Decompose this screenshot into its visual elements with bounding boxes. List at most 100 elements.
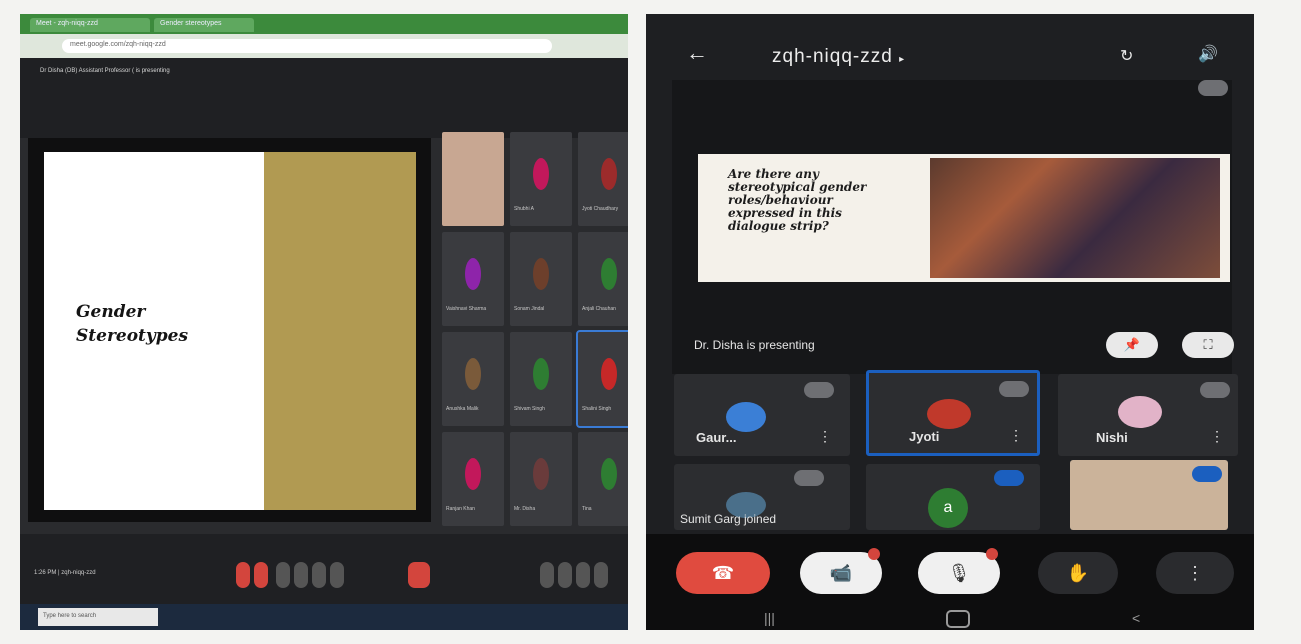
browser-tab-meet[interactable]: Meet - zqh-niqq-zzd [30,18,150,32]
participant-name: Jyoti [909,429,940,444]
avatar [601,258,617,290]
avatar [465,358,481,390]
join-notification: Sumit Garg joined [680,512,777,526]
mic-off-button[interactable] [236,562,250,588]
participant-tile[interactable]: a [866,464,1040,530]
camera-off-button[interactable] [254,562,268,588]
participant-tile-active[interactable]: Jyoti ⋮ [866,370,1040,456]
participant-video-tile[interactable] [1070,460,1228,530]
avatar [533,258,549,290]
speaking-indicator-icon [1192,466,1222,482]
slide-title-line: Gender [76,302,146,322]
avatar [533,158,549,190]
home-nav-icon[interactable] [946,610,970,628]
muted-icon [794,470,824,486]
chevron-right-icon: ▸ [899,54,906,65]
participant-tile[interactable]: Vaishnavi Sharma [442,232,504,326]
speaker-icon[interactable]: 🔊 [1198,44,1218,64]
more-vert-icon[interactable]: ⋮ [1009,427,1023,444]
captions-button[interactable] [276,562,290,588]
browser-tab-slides[interactable]: Gender stereotypes [154,18,254,32]
participant-tile[interactable]: Shubhi A [510,132,572,226]
participant-tile-active[interactable]: Shalini Singh [576,330,628,428]
avatar [533,458,549,490]
end-call-button[interactable]: ☎ [676,552,770,594]
participant-name: Vaishnavi Sharma [446,306,487,312]
switch-camera-icon[interactable]: ↻ [1120,46,1133,66]
avatar [465,458,481,490]
participant-tile[interactable]: Anjali Chauhan [578,232,628,326]
back-arrow-icon[interactable]: ← [686,40,708,66]
participant-tile[interactable]: Sonam Jindal [510,232,572,326]
pin-button[interactable]: 📌 [1106,332,1158,358]
more-options-button[interactable]: ⋮ [1156,552,1234,594]
shared-slide: Are there any stereotypical gender roles… [698,154,1230,282]
muted-icon [999,381,1029,397]
alert-badge [986,548,998,560]
people-button[interactable] [558,562,572,588]
browser-tab-bar: Meet - zqh-niqq-zzd Gender stereotypes [20,14,628,34]
avatar [601,158,617,190]
participant-grid: Shubhi A Jyoti Chaudhary Vaishnavi Sharm… [438,132,628,526]
participant-name: Anushka Malik [446,406,479,412]
presenting-label: Dr Disha (DB) Assistant Professor ( is p… [40,68,170,74]
participant-name: Mr. Disha [514,506,536,512]
chat-button[interactable] [576,562,590,588]
leave-call-button[interactable] [408,562,430,588]
desktop-meet-screenshot: Meet - zqh-niqq-zzd Gender stereotypes m… [20,14,628,630]
participant-tile[interactable]: Gaur... ⋮ [674,374,850,456]
participant-tile[interactable]: Jyoti Chaudhary [578,132,628,226]
participant-tile[interactable]: Ranjan Khan [442,432,504,526]
presenting-label: Dr. Disha is presenting [694,338,815,352]
participant-name: Gaur... [696,430,737,445]
presentation-slide: Gender Stereotypes [44,152,416,510]
avatar [726,402,766,432]
avatar-letter: a [928,488,968,528]
speaking-indicator-icon [994,470,1024,486]
participant-name: Nishi [1096,430,1128,445]
alert-badge [868,548,880,560]
slide-gold-panel [264,152,416,510]
meeting-time-code: 1:26 PM | zqh-niqq-zzd [34,570,96,576]
comic-strip-image [930,158,1220,278]
more-vert-icon[interactable]: ⋮ [1210,428,1224,445]
meeting-code[interactable]: zqh-niqq-zzd ▸ [772,46,905,68]
fullscreen-button[interactable]: ⛶ [1182,332,1234,358]
more-options-button[interactable] [330,562,344,588]
info-button[interactable] [540,562,554,588]
avatar [601,458,617,490]
participant-tile[interactable]: Shivam Singh [510,332,572,426]
present-button[interactable] [312,562,326,588]
avatar [601,358,617,390]
taskbar-search-input[interactable]: Type here to search [38,608,158,626]
slide-title: Gender Stereotypes [76,300,188,348]
participant-name: Jyoti Chaudhary [582,206,619,212]
back-nav-icon[interactable]: < [1132,610,1140,626]
avatar [533,358,549,390]
muted-icon [804,382,834,398]
participant-tile[interactable]: Mr. Disha [510,432,572,526]
participant-tile[interactable]: Tina [578,432,628,526]
slide-question: Are there any stereotypical gender roles… [728,167,867,233]
participant-name: Anjali Chauhan [582,306,616,312]
raise-hand-button[interactable] [294,562,308,588]
avatar [927,399,971,429]
recents-nav-icon[interactable]: ||| [764,610,775,626]
participant-tile[interactable] [442,132,504,226]
presenter-mute-icon [1198,80,1228,96]
mobile-meet-screenshot: ← zqh-niqq-zzd ▸ ↻ 🔊 Are there any stere… [646,14,1254,630]
participant-name: Shivam Singh [514,406,545,412]
participant-tile[interactable]: Anushka Malik [442,332,504,426]
meeting-code-text: zqh-niqq-zzd [772,46,893,67]
activities-button[interactable] [594,562,608,588]
raise-hand-button[interactable]: ✋ [1038,552,1118,594]
address-bar: meet.google.com/zqh-niqq-zzd [20,34,628,58]
more-vert-icon[interactable]: ⋮ [818,428,832,445]
participant-name: Sonam Jindal [514,306,545,312]
mobile-top-bar [646,14,1254,84]
url-input[interactable]: meet.google.com/zqh-niqq-zzd [62,39,552,53]
participant-tile[interactable]: Nishi ⋮ [1058,374,1238,456]
avatar [1118,396,1162,428]
muted-icon [1200,382,1230,398]
participant-name: Shubhi A [514,206,535,212]
